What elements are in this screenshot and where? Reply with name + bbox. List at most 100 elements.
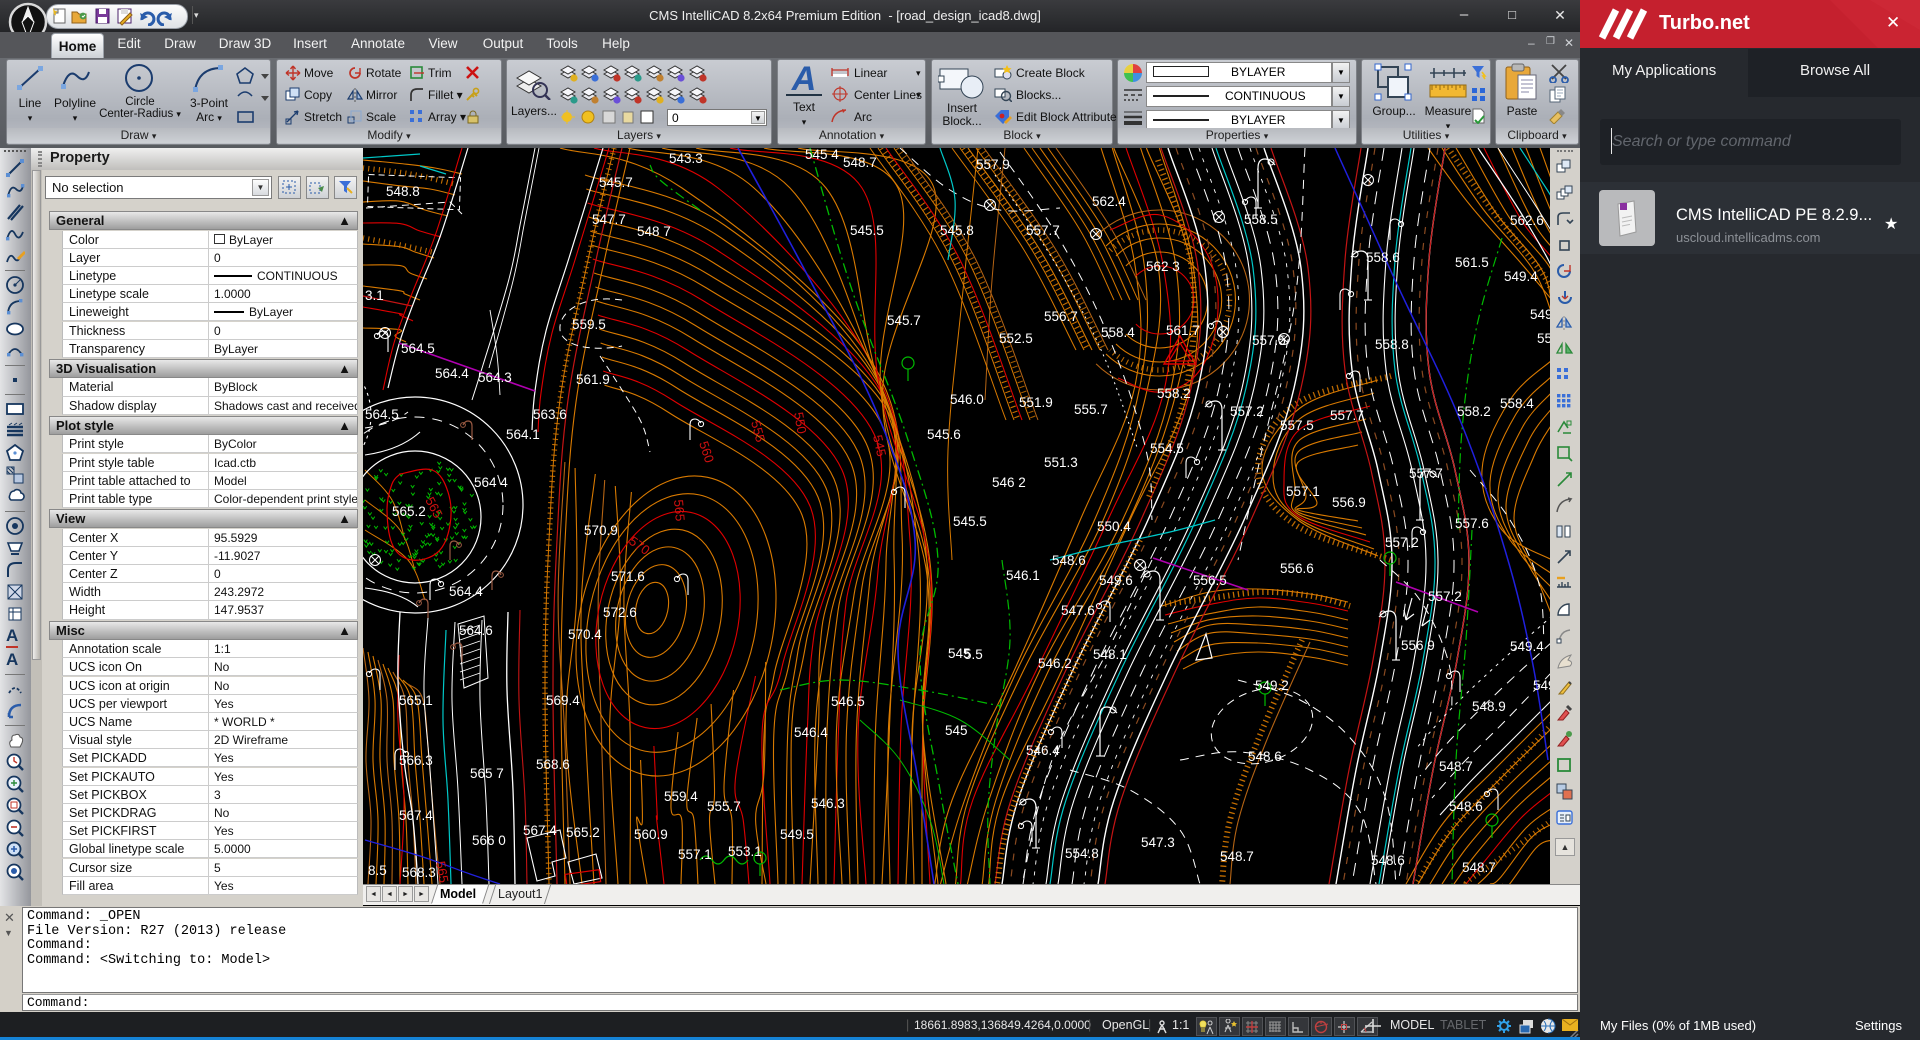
svg-text:558.8: 558.8 bbox=[1375, 337, 1409, 352]
svg-text:549.4: 549.4 bbox=[1504, 269, 1538, 284]
svg-text:564.4: 564.4 bbox=[449, 584, 483, 599]
svg-text:545: 545 bbox=[948, 646, 971, 661]
svg-text:572.6: 572.6 bbox=[603, 605, 637, 620]
svg-text:563.6: 563.6 bbox=[533, 407, 567, 422]
svg-text:547.7: 547.7 bbox=[592, 212, 626, 227]
svg-text:567.4: 567.4 bbox=[523, 823, 557, 838]
svg-text:545.5: 545.5 bbox=[850, 223, 884, 238]
svg-text:564.5: 564.5 bbox=[401, 341, 435, 356]
svg-text:565.2: 565.2 bbox=[392, 504, 426, 519]
svg-text:564 4: 564 4 bbox=[474, 475, 508, 490]
svg-text:562.6: 562.6 bbox=[1510, 213, 1544, 228]
svg-text:545: 545 bbox=[945, 723, 968, 738]
svg-text:558.5: 558.5 bbox=[1244, 212, 1278, 227]
svg-text:545 4: 545 4 bbox=[805, 148, 839, 162]
svg-text:548.6: 548.6 bbox=[1449, 799, 1483, 814]
svg-text:546.5: 546.5 bbox=[831, 694, 865, 709]
svg-text:558.4: 558.4 bbox=[1101, 325, 1135, 340]
svg-text:566 0: 566 0 bbox=[472, 833, 506, 848]
svg-text:561.5: 561.5 bbox=[1455, 255, 1489, 270]
svg-text:554.5: 554.5 bbox=[1150, 441, 1184, 456]
svg-text:556.7: 556.7 bbox=[1044, 309, 1078, 324]
svg-text:560: 560 bbox=[696, 439, 717, 464]
svg-text:549.5: 549.5 bbox=[1533, 678, 1550, 693]
svg-text:548.7: 548.7 bbox=[843, 155, 877, 170]
svg-text:556.6: 556.6 bbox=[1280, 561, 1314, 576]
svg-text:562.4: 562.4 bbox=[1092, 194, 1126, 209]
svg-text:547.3: 547.3 bbox=[1141, 835, 1175, 850]
svg-text:557.5: 557.5 bbox=[1252, 333, 1286, 348]
svg-text:558.6: 558.6 bbox=[1366, 250, 1400, 265]
svg-text:549.4: 549.4 bbox=[1510, 639, 1544, 654]
svg-text:559.5: 559.5 bbox=[572, 317, 606, 332]
svg-text:565: 565 bbox=[671, 499, 688, 522]
svg-text:555.7: 555.7 bbox=[1074, 402, 1108, 417]
svg-text:546.4: 546.4 bbox=[794, 725, 828, 740]
svg-text:561.9: 561.9 bbox=[576, 372, 610, 387]
svg-text:545.6: 545.6 bbox=[927, 427, 961, 442]
svg-text:545.8: 545.8 bbox=[940, 223, 974, 238]
svg-text:560.9: 560.9 bbox=[634, 827, 668, 842]
svg-text:559.4: 559.4 bbox=[664, 789, 698, 804]
svg-text:548.7: 548.7 bbox=[1439, 759, 1473, 774]
svg-text:557.1: 557.1 bbox=[1286, 484, 1320, 499]
svg-text:547.6: 547.6 bbox=[1061, 603, 1095, 618]
svg-text:548.7: 548.7 bbox=[1462, 860, 1496, 875]
svg-text:557.2: 557.2 bbox=[1428, 589, 1462, 604]
svg-text:556.9: 556.9 bbox=[1332, 495, 1366, 510]
svg-text:553.1: 553.1 bbox=[728, 844, 762, 859]
svg-text:558: 558 bbox=[1537, 331, 1550, 346]
svg-text:545.5: 545.5 bbox=[953, 514, 987, 529]
svg-text:546 2: 546 2 bbox=[992, 475, 1026, 490]
svg-text:548 7: 548 7 bbox=[637, 224, 671, 239]
svg-text:570: 570 bbox=[626, 533, 652, 558]
svg-text:565: 565 bbox=[422, 494, 445, 520]
svg-text:571.6: 571.6 bbox=[611, 569, 645, 584]
svg-text:566.3: 566.3 bbox=[399, 753, 433, 768]
svg-text:565: 565 bbox=[433, 860, 452, 884]
svg-text:564.3: 564.3 bbox=[478, 370, 512, 385]
svg-text:558.2: 558.2 bbox=[1157, 386, 1191, 401]
svg-text:565.1: 565.1 bbox=[399, 693, 433, 708]
svg-text:558.4: 558.4 bbox=[1500, 396, 1534, 411]
svg-text:548.6: 548.6 bbox=[1052, 553, 1086, 568]
svg-text:557.6: 557.6 bbox=[1455, 516, 1489, 531]
svg-text:570.9: 570.9 bbox=[584, 523, 618, 538]
svg-text:557.9: 557.9 bbox=[976, 157, 1010, 172]
svg-text:564.5: 564.5 bbox=[365, 407, 399, 422]
svg-text:549.6: 549.6 bbox=[1099, 573, 1133, 588]
svg-text:550.4: 550.4 bbox=[1097, 519, 1131, 534]
svg-text:558.2: 558.2 bbox=[1457, 404, 1491, 419]
svg-text:564.4: 564.4 bbox=[435, 366, 469, 381]
svg-text:546.0: 546.0 bbox=[950, 392, 984, 407]
svg-text:545.7: 545.7 bbox=[887, 313, 921, 328]
svg-text:554.8: 554.8 bbox=[1065, 846, 1099, 861]
svg-text:555.7: 555.7 bbox=[707, 799, 741, 814]
svg-text:546.1: 546.1 bbox=[1006, 568, 1040, 583]
svg-text:557.2: 557.2 bbox=[1230, 404, 1264, 419]
svg-text:557.7: 557.7 bbox=[1026, 223, 1060, 238]
svg-text:546.4: 546.4 bbox=[1026, 743, 1060, 758]
svg-text:8.5: 8.5 bbox=[368, 863, 387, 878]
svg-text:549.5: 549.5 bbox=[780, 827, 814, 842]
svg-text:549.2: 549.2 bbox=[1255, 678, 1289, 693]
svg-text:546.3: 546.3 bbox=[811, 796, 845, 811]
svg-text:565 7: 565 7 bbox=[470, 766, 504, 781]
svg-text:548.1: 548.1 bbox=[1093, 647, 1127, 662]
svg-text:564.6: 564.6 bbox=[459, 623, 493, 638]
svg-text:570.4: 570.4 bbox=[568, 627, 602, 642]
svg-text:557.7: 557.7 bbox=[1409, 466, 1443, 481]
svg-text:3.1: 3.1 bbox=[365, 288, 384, 303]
svg-text:557.7: 557.7 bbox=[1330, 408, 1364, 423]
svg-text:557.1: 557.1 bbox=[678, 847, 712, 862]
svg-text:562 3: 562 3 bbox=[1146, 259, 1180, 274]
svg-text:555: 555 bbox=[748, 419, 768, 444]
svg-text:551.9: 551.9 bbox=[1019, 395, 1053, 410]
svg-text:568.3: 568.3 bbox=[402, 865, 436, 880]
svg-text:565.2: 565.2 bbox=[566, 825, 600, 840]
svg-text:548.9: 548.9 bbox=[1472, 699, 1506, 714]
svg-text:548.6: 548.6 bbox=[1371, 853, 1405, 868]
svg-text:548.7: 548.7 bbox=[1220, 849, 1254, 864]
svg-text:569.4: 569.4 bbox=[546, 693, 580, 708]
svg-text:556 9: 556 9 bbox=[1401, 638, 1435, 653]
